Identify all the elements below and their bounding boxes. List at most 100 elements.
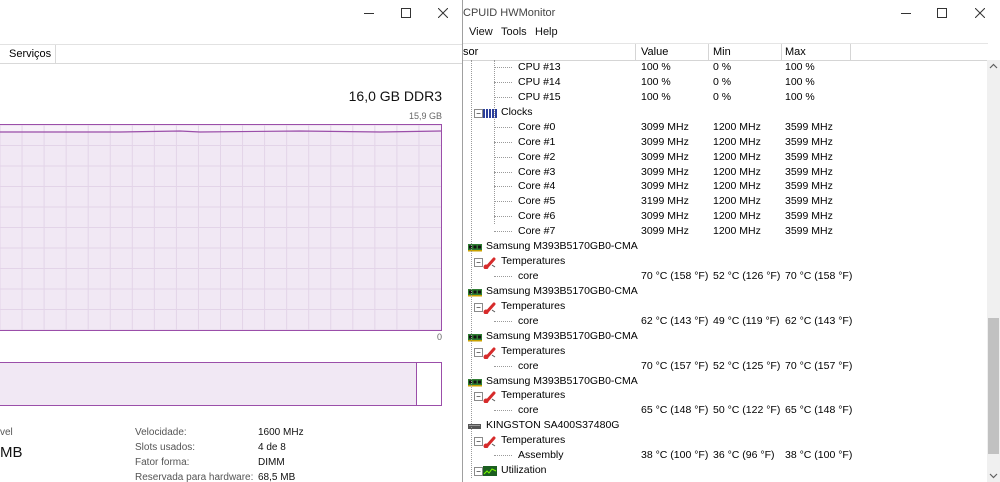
sensor-row[interactable]: Core #6 3099 MHz 1200 MHz 3599 MHz bbox=[463, 209, 985, 224]
sensor-label: Temperatures bbox=[501, 389, 566, 402]
sensor-row[interactable]: CPU #13 100 % 0 % 100 % bbox=[463, 60, 985, 75]
sensor-row[interactable]: Core #7 3099 MHz 1200 MHz 3599 MHz bbox=[463, 224, 985, 239]
minimize-icon[interactable] bbox=[891, 4, 921, 22]
sensor-row[interactable]: KINGSTON SA400S37480G bbox=[463, 418, 985, 433]
maximize-icon[interactable] bbox=[391, 4, 421, 22]
sensor-row[interactable]: Samsung M393B5170GB0-CMA bbox=[463, 239, 985, 254]
maximize-icon[interactable] bbox=[927, 4, 957, 22]
sensor-label: Temperatures bbox=[501, 434, 566, 447]
sensor-max: 3599 MHz bbox=[785, 180, 833, 193]
collapse-toggle-icon[interactable]: − bbox=[474, 437, 483, 447]
graph-min-label: 0 bbox=[436, 332, 442, 342]
sensor-row[interactable]: Samsung M393B5170GB0-CMA bbox=[463, 374, 985, 389]
speed-value: 1600 MHz bbox=[258, 427, 304, 438]
sensor-row[interactable]: Samsung M393B5170GB0-CMA bbox=[463, 329, 985, 344]
sensor-label: Core #2 bbox=[518, 150, 556, 163]
tree-connector bbox=[494, 276, 512, 278]
sensor-value: 100 % bbox=[641, 75, 671, 88]
menu-tools[interactable]: Tools bbox=[501, 26, 527, 38]
collapse-toggle-icon[interactable]: − bbox=[474, 392, 483, 402]
sensor-value: 3099 MHz bbox=[641, 165, 689, 178]
sensor-label: core bbox=[518, 359, 539, 372]
thermometer-icon bbox=[483, 347, 497, 360]
sensor-row[interactable]: − Temperatures bbox=[463, 254, 985, 270]
hardware-reserved-value: 68,5 MB bbox=[258, 472, 296, 482]
sensor-min: 52 °C (126 °F) bbox=[713, 270, 781, 283]
sensor-row[interactable]: Core #4 3099 MHz 1200 MHz 3599 MHz bbox=[463, 179, 985, 194]
sensor-min: 1200 MHz bbox=[713, 150, 761, 163]
tree-connector bbox=[494, 455, 512, 457]
column-sensor[interactable]: sor bbox=[463, 45, 478, 59]
menu-help[interactable]: Help bbox=[535, 26, 558, 38]
sensor-label: Clocks bbox=[501, 105, 533, 118]
memory-composition-bar bbox=[0, 362, 442, 406]
collapse-toggle-icon[interactable]: − bbox=[474, 108, 483, 118]
scrollbar-thumb[interactable] bbox=[988, 318, 999, 454]
scroll-up-icon[interactable] bbox=[987, 60, 1000, 73]
collapse-toggle-icon[interactable]: − bbox=[474, 258, 483, 268]
column-value[interactable]: Value bbox=[641, 45, 668, 59]
sensor-label: Core #7 bbox=[518, 225, 556, 238]
sensor-row[interactable]: Core #5 3199 MHz 1200 MHz 3599 MHz bbox=[463, 194, 985, 209]
menu-view[interactable]: View bbox=[469, 26, 493, 38]
sensor-row[interactable]: − Temperatures bbox=[463, 299, 985, 315]
sensor-value: 62 °C (143 °F) bbox=[641, 314, 709, 327]
tab-services[interactable]: Serviços bbox=[0, 45, 57, 63]
close-icon[interactable] bbox=[428, 4, 458, 22]
sensor-label: core bbox=[518, 404, 539, 417]
sensor-row[interactable]: Assembly 38 °C (100 °F) 36 °C (96 °F) 38 °C… bbox=[463, 448, 985, 463]
close-icon[interactable] bbox=[965, 4, 995, 22]
sensor-row[interactable]: core 62 °C (143 °F) 49 °C (119 °F) 62 °C (1… bbox=[463, 314, 985, 329]
sensor-min: 1200 MHz bbox=[713, 135, 761, 148]
sensor-min: 49 °C (119 °F) bbox=[713, 314, 780, 327]
sensor-row[interactable]: Core #2 3099 MHz 1200 MHz 3599 MHz bbox=[463, 150, 985, 165]
tree-connector bbox=[494, 67, 512, 68]
sensor-label: CPU #15 bbox=[518, 90, 561, 103]
column-min[interactable]: Min bbox=[713, 45, 731, 59]
sensor-row[interactable]: − Utilization bbox=[463, 463, 985, 478]
sensor-row[interactable]: CPU #15 100 % 0 % 100 % bbox=[463, 90, 985, 105]
sensor-row[interactable]: − Clocks bbox=[463, 105, 985, 120]
sensor-label: Core #5 bbox=[518, 195, 556, 208]
sensor-row[interactable]: − Temperatures bbox=[463, 344, 985, 360]
sensor-row[interactable]: Samsung M393B5170GB0-CMA bbox=[463, 284, 985, 299]
collapse-toggle-icon[interactable]: − bbox=[474, 302, 483, 312]
sensor-label: Temperatures bbox=[501, 344, 566, 357]
sensor-min: 50 °C (122 °F) bbox=[713, 404, 781, 417]
speed-label: Velocidade: bbox=[135, 427, 187, 438]
memory-usage-graph bbox=[0, 124, 442, 331]
column-max[interactable]: Max bbox=[785, 45, 806, 59]
sensor-label: Samsung M393B5170GB0-CMA bbox=[486, 284, 638, 297]
tree-connector bbox=[494, 365, 512, 367]
tree-connector bbox=[494, 96, 512, 98]
tree-guide bbox=[494, 60, 495, 225]
sensor-row[interactable]: CPU #14 100 % 0 % 100 % bbox=[463, 75, 985, 90]
slots-used-value: 4 de 8 bbox=[258, 442, 286, 453]
sensor-min: 0 % bbox=[713, 75, 732, 88]
available-value-partial: MB bbox=[0, 444, 23, 461]
sensor-row[interactable]: Core #1 3099 MHz 1200 MHz 3599 MHz bbox=[463, 135, 985, 150]
sensor-value: 3099 MHz bbox=[641, 150, 689, 163]
sensor-row[interactable]: Core #3 3099 MHz 1200 MHz 3599 MHz bbox=[463, 165, 985, 180]
sensor-label: Core #6 bbox=[518, 210, 556, 223]
minimize-icon[interactable] bbox=[354, 4, 384, 22]
thermometer-icon bbox=[483, 391, 497, 404]
sensor-row[interactable]: core 65 °C (148 °F) 50 °C (122 °F) 65 °C (1… bbox=[463, 403, 985, 418]
column-header: sor Value Min Max bbox=[463, 43, 988, 61]
sensor-row[interactable]: − Temperatures bbox=[463, 388, 985, 404]
memory-total-label: 16,0 GB DDR3 bbox=[348, 88, 442, 104]
sensor-value: 38 °C (100 °F) bbox=[641, 449, 709, 462]
sensor-max: 3599 MHz bbox=[785, 150, 833, 163]
sensor-row[interactable]: − Temperatures bbox=[463, 433, 985, 449]
sensor-value: 100 % bbox=[641, 61, 671, 73]
sensor-min: 1200 MHz bbox=[713, 180, 761, 193]
collapse-toggle-icon[interactable]: − bbox=[474, 347, 483, 357]
collapse-toggle-icon[interactable]: − bbox=[474, 467, 483, 477]
sensor-row[interactable]: core 70 °C (157 °F) 52 °C (125 °F) 70 °C (1… bbox=[463, 359, 985, 374]
hardware-reserved-label: Reservada para hardware: bbox=[135, 472, 254, 482]
sensor-row[interactable]: Core #0 3099 MHz 1200 MHz 3599 MHz bbox=[463, 120, 985, 135]
sensor-value: 70 °C (157 °F) bbox=[641, 359, 709, 372]
scroll-down-icon[interactable] bbox=[987, 469, 1000, 482]
sensor-label: CPU #14 bbox=[518, 75, 561, 88]
sensor-row[interactable]: core 70 °C (158 °F) 52 °C (126 °F) 70 °C (1… bbox=[463, 269, 985, 284]
